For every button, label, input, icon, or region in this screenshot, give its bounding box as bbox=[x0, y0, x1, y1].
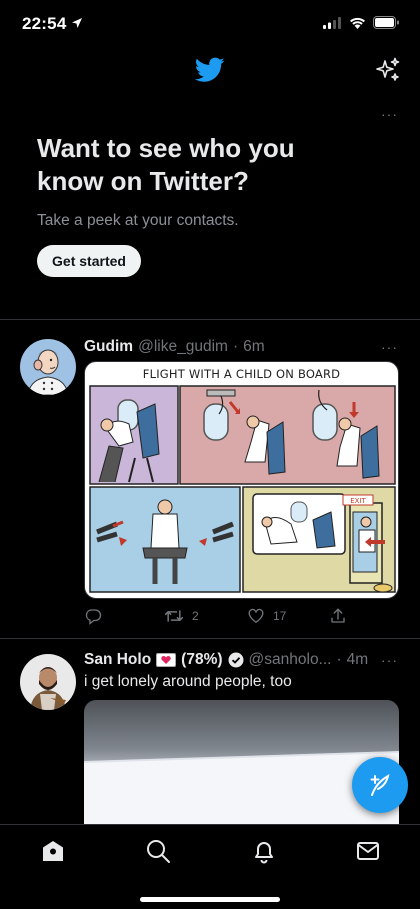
promo-title: Want to see who you know on Twitter? bbox=[37, 133, 295, 196]
author-name[interactable]: San Holo bbox=[84, 651, 151, 669]
sparkle-icon[interactable] bbox=[374, 56, 402, 84]
share-icon bbox=[331, 608, 345, 623]
tweet-more-button[interactable]: ··· bbox=[381, 339, 398, 355]
notifications-icon[interactable] bbox=[251, 838, 277, 864]
status-bar: 22:54 bbox=[0, 0, 420, 50]
tweet-media-image[interactable]: FLIGHT WITH A CHILD ON BOARD EXIT bbox=[84, 361, 399, 599]
home-indicator[interactable] bbox=[140, 897, 280, 902]
retweet-button[interactable]: 2 bbox=[164, 607, 199, 625]
status-time: 22:54 bbox=[22, 14, 67, 33]
tweet-timestamp[interactable]: 4m bbox=[347, 651, 369, 669]
share-button[interactable] bbox=[329, 607, 347, 625]
exit-sign-text: EXIT bbox=[350, 497, 366, 505]
tweet[interactable]: Gudim @like_gudim · 6m ··· FLIGHT WITH A… bbox=[0, 321, 420, 639]
tweet-timestamp[interactable]: 6m bbox=[243, 338, 265, 356]
comic-illustration: EXIT bbox=[89, 385, 396, 593]
reply-button[interactable] bbox=[84, 607, 102, 625]
like-count: 17 bbox=[273, 608, 287, 623]
heart-card-emoji-icon bbox=[156, 653, 177, 667]
battery-icon bbox=[373, 16, 399, 29]
bottom-tab-bar bbox=[0, 824, 420, 909]
like-button[interactable]: 17 bbox=[247, 607, 286, 624]
verified-badge-icon bbox=[228, 652, 244, 668]
separator-dot: · bbox=[232, 338, 239, 355]
avatar[interactable] bbox=[20, 654, 76, 710]
location-arrow-icon bbox=[72, 18, 82, 28]
promo-more-button[interactable]: ··· bbox=[381, 106, 398, 122]
signal-icon bbox=[323, 16, 341, 29]
tweet-header: San Holo (78%) @sanholo... · 4m bbox=[84, 651, 368, 669]
tweet-media-video[interactable] bbox=[84, 700, 399, 840]
find-contacts-prompt: ··· Want to see who you know on Twitter?… bbox=[0, 104, 420, 320]
compose-tweet-icon bbox=[370, 773, 390, 796]
tweet-more-button[interactable]: ··· bbox=[381, 652, 398, 668]
top-header bbox=[0, 50, 420, 94]
search-icon[interactable] bbox=[145, 838, 171, 864]
wifi-icon bbox=[350, 17, 365, 29]
promo-subtitle: Take a peek at your contacts. bbox=[37, 212, 239, 229]
tweet-actions: 2 17 bbox=[84, 607, 384, 629]
avatar[interactable] bbox=[20, 339, 76, 395]
retweet-icon bbox=[164, 610, 184, 622]
retweet-count: 2 bbox=[192, 609, 199, 623]
author-name-suffix: (78%) bbox=[181, 651, 223, 668]
twitter-bird-icon[interactable] bbox=[195, 56, 225, 84]
get-started-button[interactable]: Get started bbox=[37, 245, 141, 277]
reply-icon bbox=[85, 609, 102, 625]
like-icon bbox=[248, 608, 264, 624]
separator-dot: · bbox=[336, 651, 342, 668]
author-handle[interactable]: @like_gudim bbox=[138, 338, 228, 356]
messages-icon[interactable] bbox=[355, 838, 381, 864]
author-handle[interactable]: @sanholo... bbox=[249, 651, 332, 669]
home-icon[interactable] bbox=[40, 838, 66, 864]
compose-tweet-button[interactable] bbox=[352, 757, 408, 813]
author-name[interactable]: Gudim bbox=[84, 338, 133, 356]
tweet-text: i get lonely around people, too bbox=[84, 673, 292, 690]
tweet-header: Gudim @like_gudim · 6m bbox=[84, 338, 265, 356]
